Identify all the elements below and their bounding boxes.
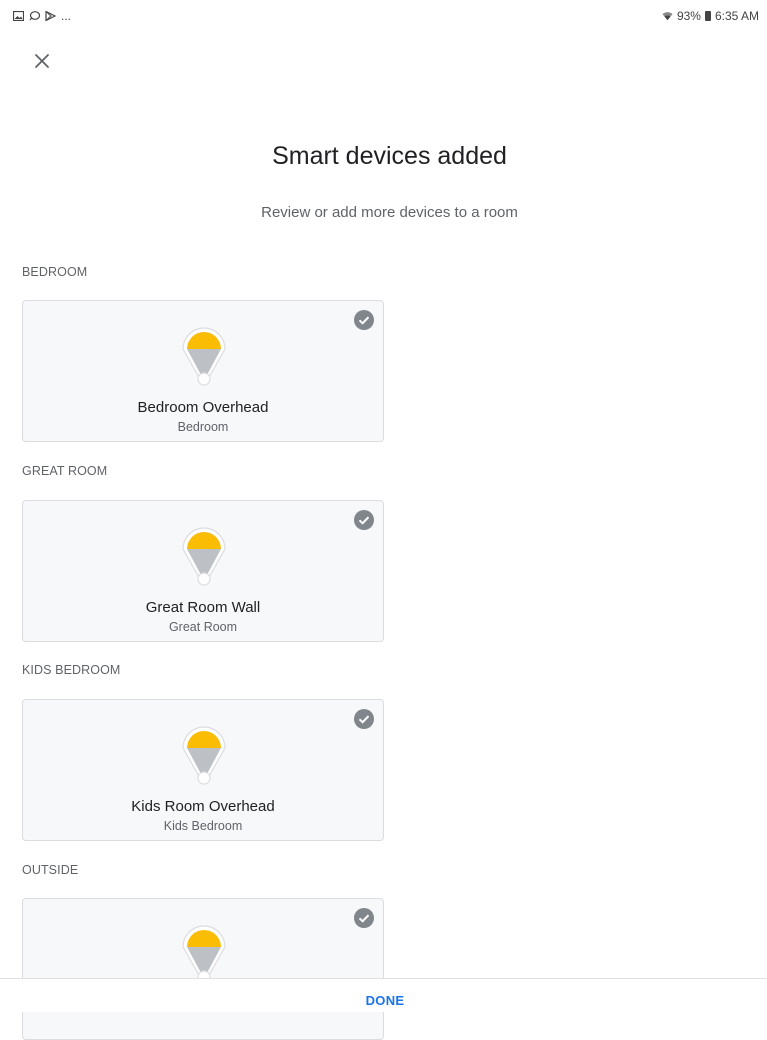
device-card-outside[interactable] <box>22 898 384 1040</box>
page-subtitle: Review or add more devices to a room <box>261 204 518 221</box>
close-icon <box>35 54 49 68</box>
check-icon <box>354 510 374 530</box>
section-label-bedroom: BEDROOM <box>22 265 88 279</box>
bottom-action-bar: DONE <box>0 978 767 1012</box>
light-bulb-icon <box>182 527 226 586</box>
done-button[interactable]: DONE <box>345 993 425 1008</box>
status-bar: ... 93% 6:35 AM <box>0 0 767 34</box>
check-icon <box>354 908 374 928</box>
section-label-outside: OUTSIDE <box>22 863 79 877</box>
check-icon <box>354 709 374 729</box>
device-room: Bedroom <box>177 420 229 434</box>
device-card-kids-room-overhead[interactable]: Kids Room Overhead Kids Bedroom <box>22 699 384 841</box>
page-title: Smart devices added <box>272 142 507 170</box>
device-card-great-room-wall[interactable]: Great Room Wall Great Room <box>22 500 384 642</box>
status-bar-system: 93% 6:35 AM <box>662 9 759 23</box>
play-store-icon <box>45 11 56 21</box>
section-label-kids-bedroom: KIDS BEDROOM <box>22 663 121 677</box>
more-notifications: ... <box>61 9 72 23</box>
device-room: Great Room <box>168 620 238 634</box>
section-label-great-room: GREAT ROOM <box>22 464 108 478</box>
chat-icon <box>29 11 40 21</box>
close-button[interactable] <box>28 47 56 75</box>
device-name: Bedroom Overhead <box>137 399 269 416</box>
light-bulb-icon <box>182 925 226 984</box>
clock: 6:35 AM <box>714 9 759 23</box>
battery-icon <box>704 11 711 21</box>
device-name: Kids Room Overhead <box>131 798 275 815</box>
device-card-bedroom-overhead[interactable]: Bedroom Overhead Bedroom <box>22 300 384 442</box>
check-icon <box>354 310 374 330</box>
battery-percent: 93% <box>676 9 701 23</box>
light-bulb-icon <box>182 327 226 386</box>
light-bulb-icon <box>182 726 226 785</box>
wifi-icon <box>662 12 673 21</box>
gallery-icon <box>13 11 24 21</box>
status-bar-notifications: ... <box>13 9 71 23</box>
device-name: Great Room Wall <box>145 599 261 616</box>
device-room: Kids Bedroom <box>163 819 243 833</box>
